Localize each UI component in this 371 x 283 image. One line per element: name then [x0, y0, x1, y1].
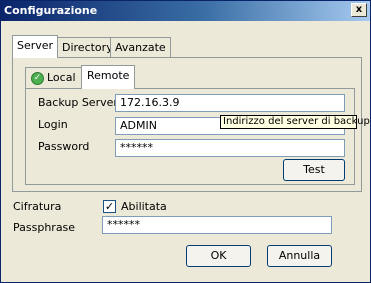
cancel-button-label: Annulla: [278, 249, 321, 262]
title-bar[interactable]: Configurazione x: [1, 1, 370, 21]
backup-server-label: Backup Server: [38, 96, 118, 109]
password-label: Password: [38, 140, 90, 153]
passphrase-input[interactable]: ******: [102, 216, 332, 234]
cancel-button[interactable]: Annulla: [267, 245, 332, 267]
tab-local-label: Local: [47, 71, 76, 84]
tab-advanced[interactable]: Avanzate: [110, 37, 171, 58]
remote-tab-panel: Backup Server 172.16.3.9 Login ADMIN Pas…: [25, 88, 355, 185]
encryption-checkbox-label: Abilitata: [121, 200, 167, 213]
encryption-checkbox[interactable]: ✓: [103, 200, 116, 213]
tab-server[interactable]: Server: [12, 35, 59, 58]
backup-server-input[interactable]: 172.16.3.9: [115, 94, 345, 112]
tab-directory-label: Directory: [62, 41, 113, 54]
tab-local[interactable]: ✓ Local: [25, 67, 82, 89]
tab-remote[interactable]: Remote: [81, 65, 136, 89]
tab-advanced-label: Avanzate: [115, 41, 166, 54]
ok-button[interactable]: OK: [186, 245, 251, 267]
login-label: Login: [38, 118, 68, 131]
passphrase-label: Passphrase: [13, 221, 76, 234]
window-title: Configurazione: [4, 4, 98, 17]
backup-server-tooltip: Indirizzo del server di backup: [220, 115, 370, 129]
test-button-label: Test: [303, 163, 325, 176]
test-button[interactable]: Test: [283, 159, 345, 181]
ok-button-label: OK: [210, 249, 227, 262]
tab-directory[interactable]: Directory: [57, 37, 118, 58]
close-button[interactable]: x: [351, 3, 367, 17]
config-dialog: Configurazione x Server Directory Avanza…: [0, 0, 371, 283]
encryption-label: Cifratura: [13, 200, 62, 213]
tab-server-label: Server: [17, 39, 54, 52]
green-check-circle-icon: ✓: [31, 71, 44, 85]
tab-remote-label: Remote: [87, 69, 130, 82]
password-input[interactable]: ******: [115, 139, 345, 157]
close-icon: x: [355, 4, 363, 15]
